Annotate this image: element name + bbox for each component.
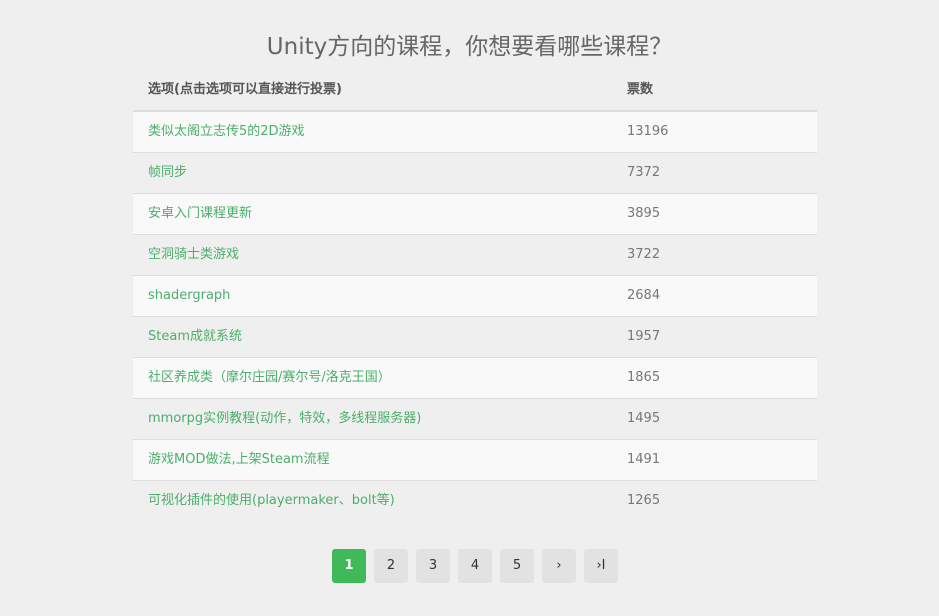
page-button-1[interactable]: 1 [332, 549, 366, 583]
vote-count: 13196 [627, 112, 668, 152]
page-button-4[interactable]: 4 [458, 549, 492, 583]
vote-option-link[interactable]: 帧同步 [148, 153, 187, 193]
vote-option-link[interactable]: 安卓入门课程更新 [148, 194, 252, 234]
page-title: Unity方向的课程，你想要看哪些课程？ [0, 30, 939, 64]
vote-count: 1495 [627, 399, 660, 439]
table-row: 可视化插件的使用(playermaker、bolt等) 1265 [133, 481, 817, 521]
table-row: 游戏MOD做法,上架Steam流程 1491 [133, 440, 817, 481]
vote-option-link[interactable]: 游戏MOD做法,上架Steam流程 [148, 440, 330, 480]
vote-count: 7372 [627, 153, 660, 193]
vote-count: 1491 [627, 440, 660, 480]
page-button-5[interactable]: 5 [500, 549, 534, 583]
vote-count: 1865 [627, 358, 660, 398]
vote-table: 选项(点击选项可以直接进行投票) 票数 类似太阁立志传5的2D游戏 13196 … [133, 70, 817, 521]
table-row: 空洞骑士类游戏 3722 [133, 235, 817, 276]
vote-option-link[interactable]: 可视化插件的使用(playermaker、bolt等) [148, 481, 395, 521]
vote-option-link[interactable]: Steam成就系统 [148, 317, 242, 357]
table-row: 帧同步 7372 [133, 153, 817, 194]
vote-option-link[interactable]: 社区养成类（摩尔庄园/赛尔号/洛克王国） [148, 358, 391, 398]
vote-count: 3895 [627, 194, 660, 234]
table-row: 类似太阁立志传5的2D游戏 13196 [133, 112, 817, 153]
column-header-votes: 票数 [627, 70, 653, 110]
vote-option-link[interactable]: 类似太阁立志传5的2D游戏 [148, 112, 305, 152]
vote-count: 2684 [627, 276, 660, 316]
vote-count: 3722 [627, 235, 660, 275]
column-header-option: 选项(点击选项可以直接进行投票) [148, 70, 342, 110]
next-page-button[interactable]: › [542, 549, 576, 583]
vote-option-link[interactable]: shadergraph [148, 276, 230, 316]
vote-count: 1265 [627, 481, 660, 521]
page-button-2[interactable]: 2 [374, 549, 408, 583]
table-header: 选项(点击选项可以直接进行投票) 票数 [133, 70, 817, 112]
page-button-3[interactable]: 3 [416, 549, 450, 583]
last-page-button[interactable]: ›I [584, 549, 618, 583]
table-row: Steam成就系统 1957 [133, 317, 817, 358]
vote-count: 1957 [627, 317, 660, 357]
vote-option-link[interactable]: 空洞骑士类游戏 [148, 235, 239, 275]
table-row: 社区养成类（摩尔庄园/赛尔号/洛克王国） 1865 [133, 358, 817, 399]
vote-option-link[interactable]: mmorpg实例教程(动作，特效，多线程服务器) [148, 399, 421, 439]
table-row: mmorpg实例教程(动作，特效，多线程服务器) 1495 [133, 399, 817, 440]
table-row: 安卓入门课程更新 3895 [133, 194, 817, 235]
table-row: shadergraph 2684 [133, 276, 817, 317]
